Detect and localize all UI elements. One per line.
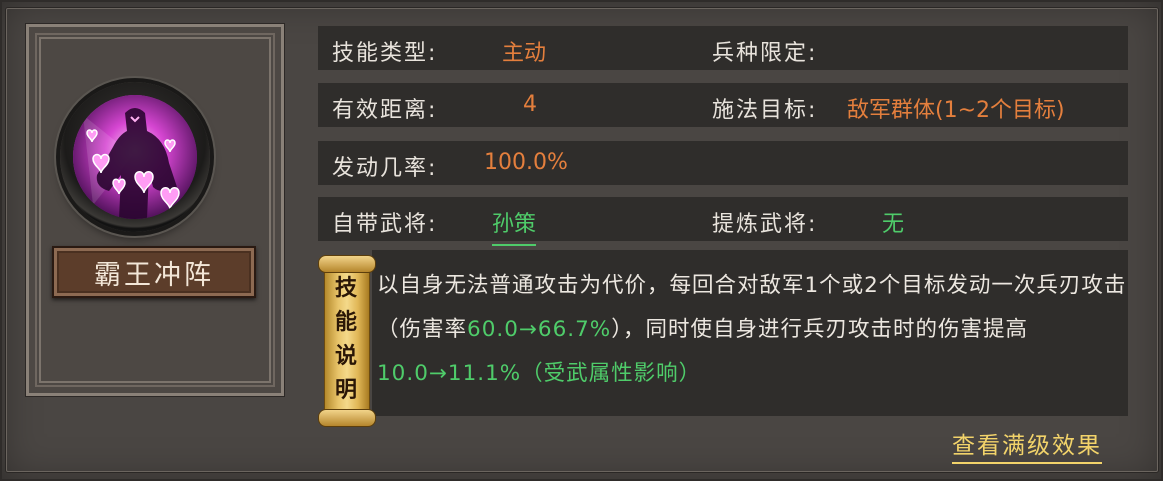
purple-hearts-general-icon <box>73 95 197 219</box>
skill-icon-medal <box>60 82 210 232</box>
skill-description: 以自身无法普通攻击为代价，每回合对敌军1个或2个目标发动一次兵刃攻击（伤害率60… <box>377 264 1127 396</box>
scroll-bottom-cap <box>318 409 376 427</box>
skill-name-plaque: 霸王冲阵 <box>52 246 256 298</box>
target-label: 施法目标: <box>712 98 818 123</box>
troop-limit-label: 兵种限定: <box>712 41 818 66</box>
range-value: 4 <box>523 92 537 117</box>
row-generals: 自带武将: 孙策 提炼武将: 无 <box>318 197 1128 246</box>
scroll-char: 说 <box>334 343 357 369</box>
row-range-target: 有效距离: 4 施法目标: 敌军群体(1~2个目标) <box>318 83 1128 127</box>
scroll-label: 技 能 说 明 <box>324 271 368 407</box>
description-text-2: ），同时使自身进行兵刃攻击时的伤害提高 <box>611 317 1028 342</box>
damage-bonus-highlight: 10.0→11.1%（受武属性影响） <box>377 361 702 386</box>
skill-description-box: 以自身无法普通攻击为代价，每回合对敌军1个或2个目标发动一次兵刃攻击（伤害率60… <box>372 250 1128 416</box>
trigger-rate-label: 发动几率: <box>332 156 438 181</box>
row-skill-type: 技能类型: 主动 兵种限定: <box>318 26 1128 70</box>
trigger-rate-value: 100.0% <box>484 150 568 175</box>
scroll-char: 技 <box>334 275 357 301</box>
target-value: 敌军群体(1~2个目标) <box>847 98 1065 123</box>
refine-general-label: 提炼武将: <box>712 212 818 237</box>
skill-type-label: 技能类型: <box>332 41 438 66</box>
scroll-char: 明 <box>334 377 357 403</box>
view-max-level-link[interactable]: 查看满级效果 <box>952 426 1102 464</box>
range-label: 有效距离: <box>332 98 438 123</box>
scroll-char: 能 <box>334 309 357 335</box>
damage-rate-highlight: 60.0→66.7% <box>467 317 612 342</box>
own-general-value[interactable]: 孙策 <box>492 206 537 246</box>
skill-name: 霸王冲阵 <box>94 259 214 291</box>
row-trigger-rate: 发动几率: 100.0% <box>318 141 1128 185</box>
skill-type-value: 主动 <box>502 41 547 66</box>
refine-general-value: 无 <box>882 212 905 237</box>
own-general-label: 自带武将: <box>332 212 438 237</box>
scroll-icon: 技 能 说 明 <box>318 253 376 427</box>
